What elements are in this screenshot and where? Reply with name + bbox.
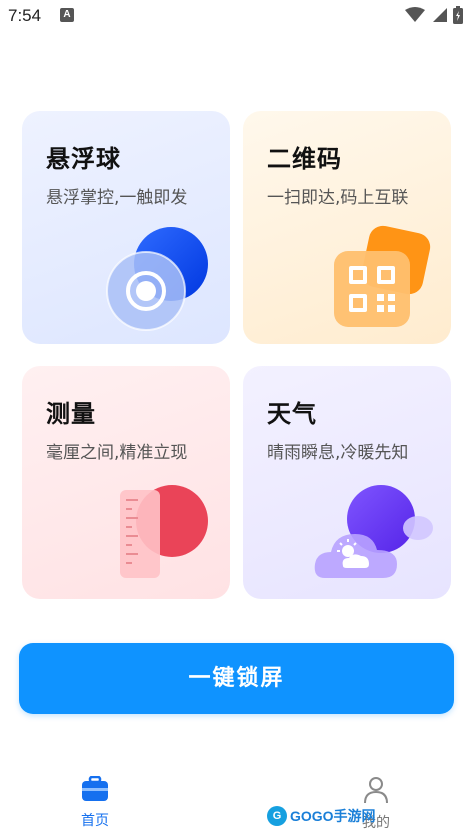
status-time: 7:54 [8, 6, 42, 25]
bottom-tab-bar: 首页 我的 [0, 770, 473, 840]
card-floating-ball[interactable]: 悬浮球 悬浮掌控,一触即发 [22, 111, 230, 344]
gogo-logo-icon: G [267, 806, 287, 826]
card-qr-code[interactable]: 二维码 一扫即达,码上互联 [243, 111, 451, 344]
person-icon [364, 777, 388, 804]
floating-ball-icon [106, 227, 208, 331]
toolbox-icon [82, 775, 108, 801]
status-bar: 7:54 A [0, 0, 473, 34]
battery-icon [453, 6, 463, 24]
wifi-icon [405, 7, 425, 22]
notification-a-icon: A [60, 8, 74, 22]
watermark-text: GOGO手游网 [290, 808, 376, 824]
watermark-logo: G GOGO手游网 [267, 806, 376, 826]
signal-icon [433, 8, 447, 22]
card-weather[interactable]: 天气 晴雨瞬息,冷暖先知 [243, 366, 451, 599]
ruler-icon [120, 485, 208, 578]
card-measure[interactable]: 测量 毫厘之间,精准立现 [22, 366, 230, 599]
weather-cloud-icon [314, 485, 433, 578]
status-icons [405, 6, 463, 24]
tab-home[interactable]: 首页 [35, 775, 155, 830]
tab-home-label: 首页 [81, 813, 109, 829]
one-key-lock-button[interactable]: 一键锁屏 [19, 643, 454, 714]
qr-code-icon [334, 225, 431, 327]
